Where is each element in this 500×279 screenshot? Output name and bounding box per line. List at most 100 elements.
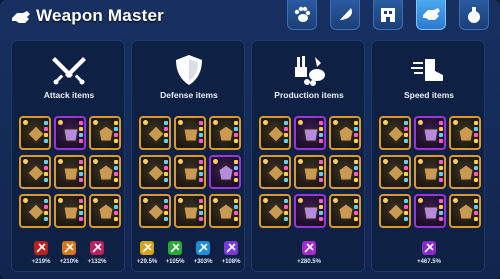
item-slot[interactable] bbox=[19, 194, 51, 228]
item-slot[interactable] bbox=[414, 194, 446, 228]
tab-potions[interactable] bbox=[459, 0, 489, 30]
bonus-stat: +280.5% bbox=[297, 241, 322, 271]
bonus-value: +210% bbox=[59, 259, 79, 265]
tab-weapon-master[interactable] bbox=[416, 0, 446, 30]
gem-icon bbox=[164, 121, 168, 125]
potion-icon bbox=[468, 6, 480, 23]
gem-icon bbox=[319, 205, 323, 209]
gem-sockets bbox=[439, 160, 443, 184]
gem-icon bbox=[164, 172, 168, 176]
gem-icon bbox=[44, 160, 48, 164]
item-slot[interactable] bbox=[329, 116, 361, 150]
item-slot[interactable] bbox=[379, 116, 411, 150]
gem-icon bbox=[44, 172, 48, 176]
item-slot[interactable] bbox=[19, 155, 51, 189]
gem-icon bbox=[164, 139, 168, 143]
gem-sockets bbox=[44, 199, 48, 223]
item-slot[interactable] bbox=[414, 116, 446, 150]
item-slot[interactable] bbox=[89, 155, 121, 189]
fist-icon bbox=[423, 7, 440, 20]
item-slot[interactable] bbox=[294, 194, 326, 228]
item-slot[interactable] bbox=[449, 155, 481, 189]
gem-sockets bbox=[164, 199, 168, 223]
gem-sockets bbox=[439, 121, 443, 145]
item-slot[interactable] bbox=[209, 155, 241, 189]
gem-sockets bbox=[354, 121, 358, 145]
item-slot[interactable] bbox=[19, 116, 51, 150]
gem-icon bbox=[319, 127, 323, 131]
tab-buildings[interactable] bbox=[373, 0, 403, 30]
gem-icon bbox=[164, 211, 168, 215]
item-slot[interactable] bbox=[449, 194, 481, 228]
gem-icon bbox=[319, 160, 323, 164]
bonus-value: +467.5% bbox=[417, 259, 441, 265]
gem-icon bbox=[404, 199, 408, 203]
gem-icon bbox=[404, 217, 408, 221]
tab-research[interactable] bbox=[330, 0, 360, 30]
gem-icon bbox=[199, 172, 203, 176]
sword-bonus-icon bbox=[34, 241, 48, 255]
gem-icon bbox=[234, 127, 238, 131]
item-slot[interactable] bbox=[139, 116, 171, 150]
gem-icon bbox=[114, 160, 118, 164]
flag-bonus-icon bbox=[168, 241, 182, 255]
gem-icon bbox=[319, 199, 323, 203]
gem-sockets bbox=[474, 160, 478, 184]
item-slot[interactable] bbox=[294, 155, 326, 189]
item-grid bbox=[19, 116, 121, 228]
item-slot[interactable] bbox=[379, 194, 411, 228]
gem-icon bbox=[319, 217, 323, 221]
gem-icon bbox=[199, 199, 203, 203]
equipment-icon bbox=[303, 128, 319, 142]
item-slot[interactable] bbox=[209, 194, 241, 228]
item-slot[interactable] bbox=[209, 116, 241, 150]
bonus-stat: +29.5% bbox=[135, 241, 160, 271]
gem-icon bbox=[354, 121, 358, 125]
gem-icon bbox=[354, 166, 358, 170]
gem-sockets bbox=[319, 199, 323, 223]
tab-pets[interactable] bbox=[287, 0, 317, 30]
gem-icon bbox=[284, 217, 288, 221]
gem-icon bbox=[79, 166, 83, 170]
item-slot[interactable] bbox=[174, 155, 206, 189]
item-slot[interactable] bbox=[329, 194, 361, 228]
item-slot[interactable] bbox=[54, 194, 86, 228]
equipment-icon bbox=[147, 203, 165, 221]
item-slot[interactable] bbox=[139, 155, 171, 189]
horse-bonus-icon bbox=[224, 241, 238, 255]
gem-sockets bbox=[234, 121, 238, 145]
item-slot[interactable] bbox=[54, 116, 86, 150]
gem-icon bbox=[354, 133, 358, 137]
item-slot[interactable] bbox=[449, 116, 481, 150]
fist-icon bbox=[12, 11, 30, 23]
item-slot[interactable] bbox=[379, 155, 411, 189]
item-slot[interactable] bbox=[259, 155, 291, 189]
item-slot[interactable] bbox=[139, 194, 171, 228]
gem-icon bbox=[474, 133, 478, 137]
gem-icon bbox=[439, 211, 443, 215]
item-slot[interactable] bbox=[174, 194, 206, 228]
gem-icon bbox=[284, 199, 288, 203]
header: Weapon Master bbox=[0, 0, 500, 36]
gem-icon bbox=[164, 178, 168, 182]
gem-icon bbox=[354, 160, 358, 164]
gem-icon bbox=[404, 121, 408, 125]
panel-speed-items: Speed items +467.5% bbox=[371, 40, 485, 272]
gem-icon bbox=[44, 127, 48, 131]
item-slot[interactable] bbox=[89, 116, 121, 150]
item-slot[interactable] bbox=[54, 155, 86, 189]
item-slot[interactable] bbox=[329, 155, 361, 189]
gem-icon bbox=[199, 217, 203, 221]
item-slot[interactable] bbox=[259, 116, 291, 150]
gem-sockets bbox=[439, 199, 443, 223]
equipment-icon bbox=[98, 164, 114, 181]
item-slot[interactable] bbox=[259, 194, 291, 228]
item-slot[interactable] bbox=[414, 155, 446, 189]
gem-icon bbox=[234, 172, 238, 176]
gem-icon bbox=[439, 133, 443, 137]
gem-sockets bbox=[114, 121, 118, 145]
item-slot[interactable] bbox=[89, 194, 121, 228]
item-slot[interactable] bbox=[294, 116, 326, 150]
item-slot[interactable] bbox=[174, 116, 206, 150]
gem-icon bbox=[44, 211, 48, 215]
